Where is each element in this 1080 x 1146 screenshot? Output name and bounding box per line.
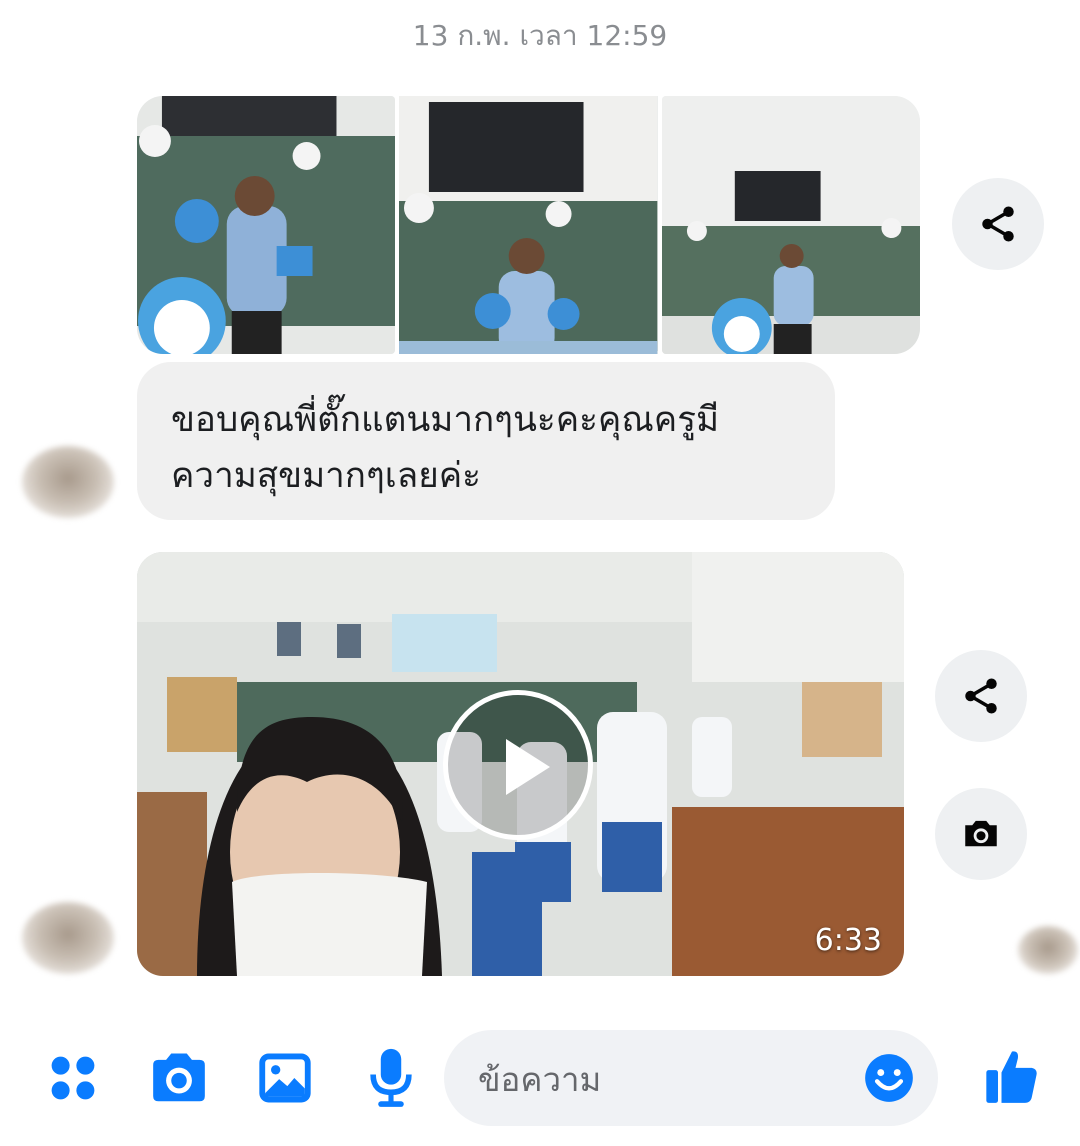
message-composer bbox=[444, 1030, 938, 1128]
voice-message-button[interactable] bbox=[368, 1046, 414, 1108]
thumbs-up-icon bbox=[986, 1051, 1037, 1103]
video-duration: 6:33 bbox=[814, 923, 882, 958]
message-input[interactable] bbox=[476, 1030, 860, 1128]
photo-thumbnail[interactable] bbox=[137, 96, 396, 354]
message-timestamp: 13 ก.พ. เวลา 12:59 bbox=[412, 19, 668, 52]
message-bubble[interactable]: ขอบคุณพี่ตั๊กแตนมากๆนะคะคุณครูมี ความสุข… bbox=[137, 362, 835, 520]
photo-thumbnail[interactable] bbox=[399, 96, 658, 354]
microphone-icon bbox=[370, 1048, 412, 1107]
camera-icon bbox=[965, 820, 997, 847]
apps-icon bbox=[51, 1056, 95, 1100]
photo-group bbox=[137, 96, 920, 354]
emoji-icon[interactable] bbox=[863, 1052, 915, 1104]
share-icon bbox=[965, 678, 997, 714]
sender-avatar[interactable] bbox=[22, 902, 114, 974]
play-button[interactable] bbox=[443, 690, 593, 840]
gallery-icon bbox=[259, 1053, 311, 1103]
seen-receipt-avatar bbox=[1018, 926, 1078, 974]
video-message[interactable]: 6:33 bbox=[137, 552, 904, 976]
apps-button[interactable] bbox=[46, 1051, 100, 1105]
photo-thumbnail[interactable] bbox=[661, 96, 920, 354]
like-button[interactable] bbox=[984, 1046, 1040, 1106]
share-video-button[interactable] bbox=[935, 650, 1027, 742]
share-photos-button[interactable] bbox=[952, 178, 1044, 270]
share-icon bbox=[982, 206, 1014, 242]
camera-button[interactable] bbox=[148, 1049, 210, 1107]
sender-avatar[interactable] bbox=[22, 446, 114, 518]
message-text-line: ความสุขมากๆเลยค่ะ bbox=[171, 456, 481, 496]
camera-icon bbox=[153, 1053, 205, 1102]
camera-reply-button[interactable] bbox=[935, 788, 1027, 880]
gallery-button[interactable] bbox=[257, 1051, 313, 1105]
message-text-line: ขอบคุณพี่ตั๊กแตนมากๆนะคะคุณครูมี bbox=[171, 400, 720, 440]
